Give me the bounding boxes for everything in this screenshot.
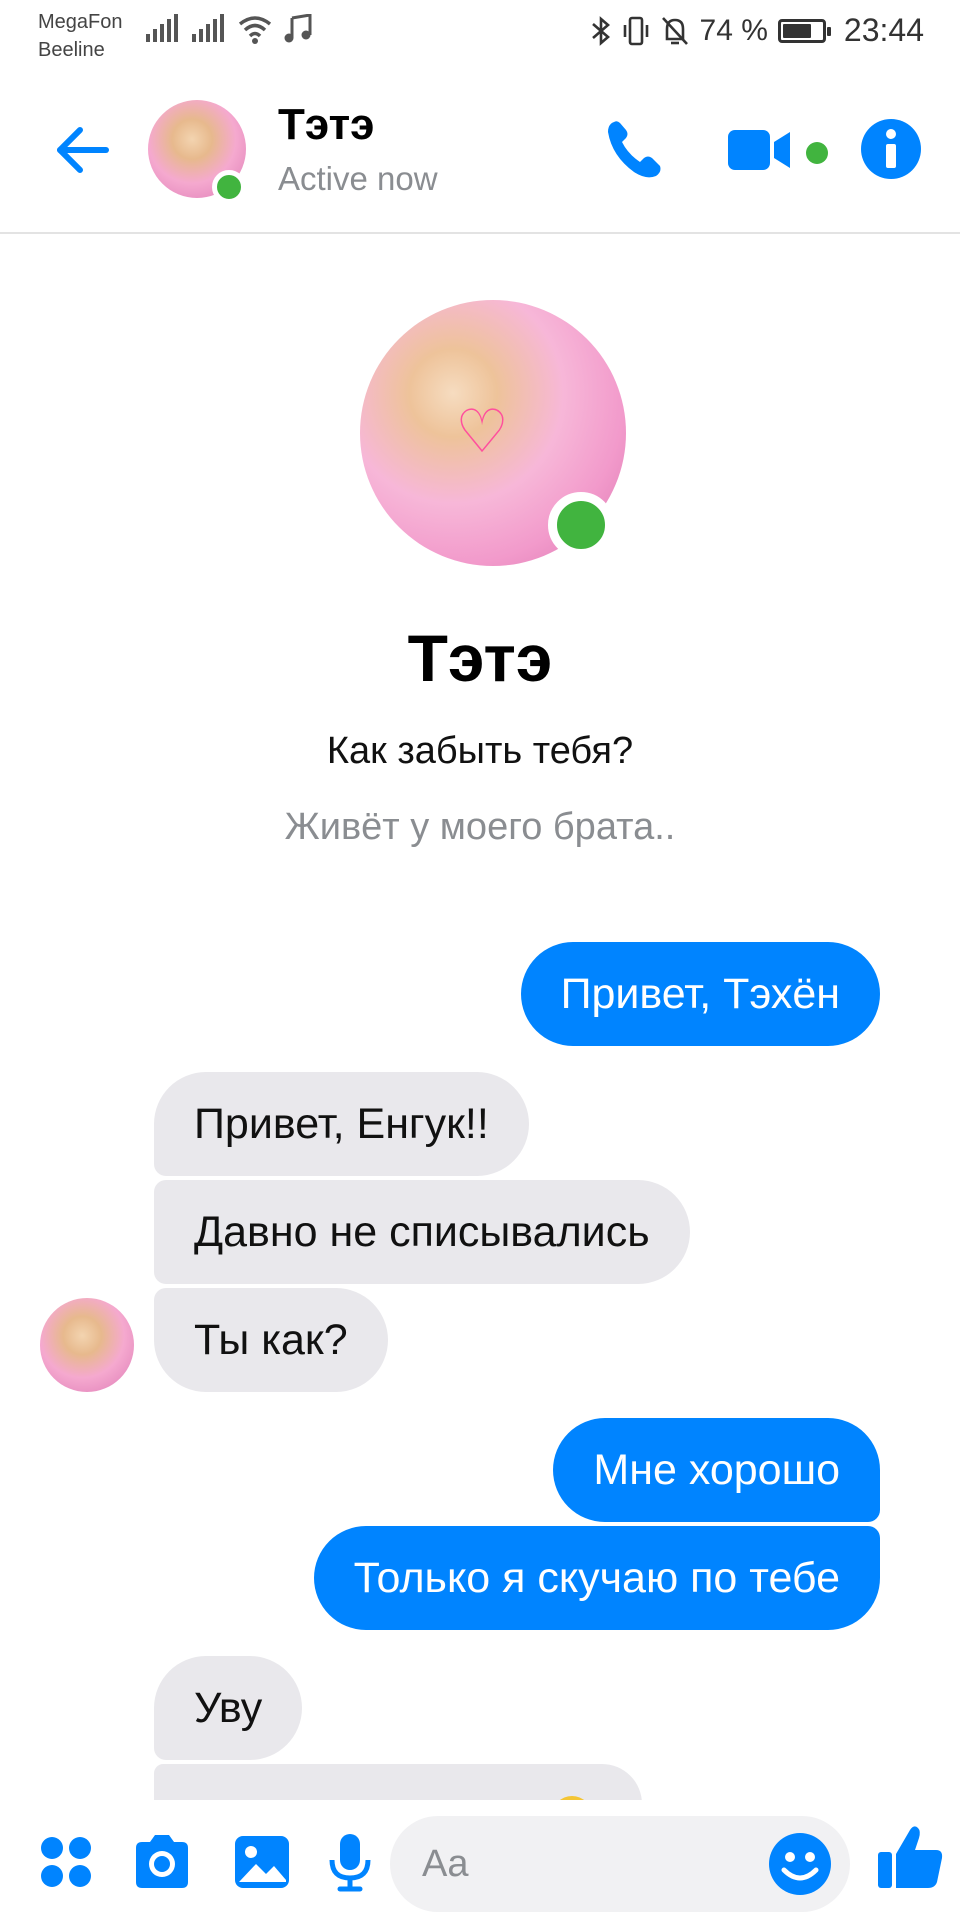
emoji-icon[interactable] — [766, 1830, 834, 1898]
wifi-icon — [238, 16, 272, 44]
battery-percent: 74 % — [699, 13, 768, 47]
profile-name: Тэтэ — [407, 621, 553, 695]
message-composer[interactable] — [390, 1816, 850, 1912]
message-outgoing[interactable]: Привет, Тэхён — [520, 942, 880, 1046]
chat-header: Тэтэ Active now — [0, 68, 960, 234]
message-outgoing[interactable]: Мне хорошо — [553, 1418, 880, 1522]
battery-icon — [777, 18, 831, 43]
profile-subtitle: Как забыть тебя? — [326, 730, 634, 772]
signal-1-icon — [146, 14, 178, 42]
vibrate-icon — [623, 16, 648, 45]
info-icon[interactable] — [856, 114, 926, 184]
video-online-dot — [806, 142, 828, 164]
status-bar: MegaFon Beeline 74 % 23:44 — [0, 0, 960, 68]
contact-name[interactable]: Тэтэ — [278, 100, 374, 150]
phone-icon[interactable] — [600, 114, 670, 184]
online-indicator — [212, 170, 246, 204]
bluetooth-icon — [591, 15, 610, 46]
carrier-2: Beeline — [38, 39, 105, 61]
carrier-names: MegaFon Beeline — [38, 8, 123, 64]
profile-secondary: Живёт у моего брата.. — [284, 806, 676, 848]
carrier-1: MegaFon — [38, 11, 123, 33]
presence-status: Active now — [278, 160, 438, 197]
message-incoming[interactable]: Привет, Енгук!! — [154, 1072, 529, 1176]
video-camera-icon[interactable] — [724, 114, 798, 184]
signal-icons — [146, 14, 312, 44]
more-apps-icon[interactable] — [34, 1830, 98, 1894]
thumbs-up-icon[interactable] — [874, 1822, 946, 1894]
message-input[interactable] — [422, 1816, 752, 1912]
profile-online-indicator — [548, 492, 614, 558]
back-arrow-icon[interactable] — [52, 120, 112, 180]
signal-2-icon — [192, 14, 224, 42]
status-right: 74 % 23:44 — [590, 12, 924, 49]
message-incoming[interactable]: Уву — [154, 1656, 303, 1760]
camera-icon[interactable] — [130, 1830, 194, 1894]
gallery-icon[interactable] — [230, 1830, 294, 1894]
microphone-icon[interactable] — [318, 1830, 382, 1894]
composer-bar — [0, 1800, 960, 1920]
message-incoming[interactable]: Давно не списывались — [154, 1180, 690, 1284]
sender-avatar[interactable] — [40, 1298, 134, 1392]
message-outgoing[interactable]: Только я скучаю по тебе — [313, 1526, 880, 1630]
battery-fill — [782, 23, 812, 38]
clock: 23:44 — [843, 12, 924, 48]
music-note-icon — [284, 14, 312, 43]
mute-bell-icon — [661, 16, 688, 45]
message-incoming[interactable]: Ты как? — [154, 1288, 388, 1392]
heart-icon: ♡ — [455, 398, 509, 465]
